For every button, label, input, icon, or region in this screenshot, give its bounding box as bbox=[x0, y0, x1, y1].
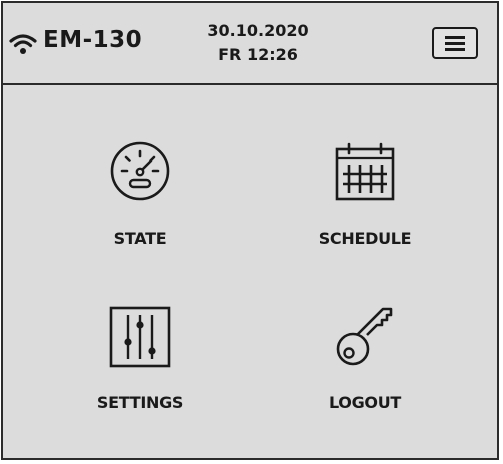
wifi-icon bbox=[9, 34, 37, 54]
key-icon bbox=[336, 307, 393, 366]
header-bar: EM-130 30.10.2020 FR 12:26 bbox=[3, 3, 497, 85]
settings-label: SETTINGS bbox=[96, 393, 184, 412]
settings-button[interactable]: SETTINGS bbox=[50, 305, 230, 435]
state-button[interactable]: STATE bbox=[50, 141, 230, 271]
sliders-icon bbox=[109, 306, 171, 368]
state-label: STATE bbox=[113, 229, 167, 248]
date-time-display: 30.10.2020 FR 12:26 bbox=[183, 19, 333, 67]
day-time-text: FR 12:26 bbox=[218, 45, 298, 64]
menu-button[interactable] bbox=[432, 27, 478, 59]
logout-label: LOGOUT bbox=[328, 393, 402, 412]
gauge-icon bbox=[110, 141, 170, 201]
schedule-button[interactable]: SCHEDULE bbox=[275, 141, 455, 271]
device-screen: EM-130 30.10.2020 FR 12:26 STATE SCHEDUL… bbox=[1, 1, 499, 460]
date-text: 30.10.2020 bbox=[207, 21, 309, 40]
schedule-label: SCHEDULE bbox=[318, 229, 412, 248]
device-name: EM-130 bbox=[43, 27, 143, 53]
calendar-icon bbox=[335, 142, 395, 201]
logout-button[interactable]: LOGOUT bbox=[275, 305, 455, 435]
